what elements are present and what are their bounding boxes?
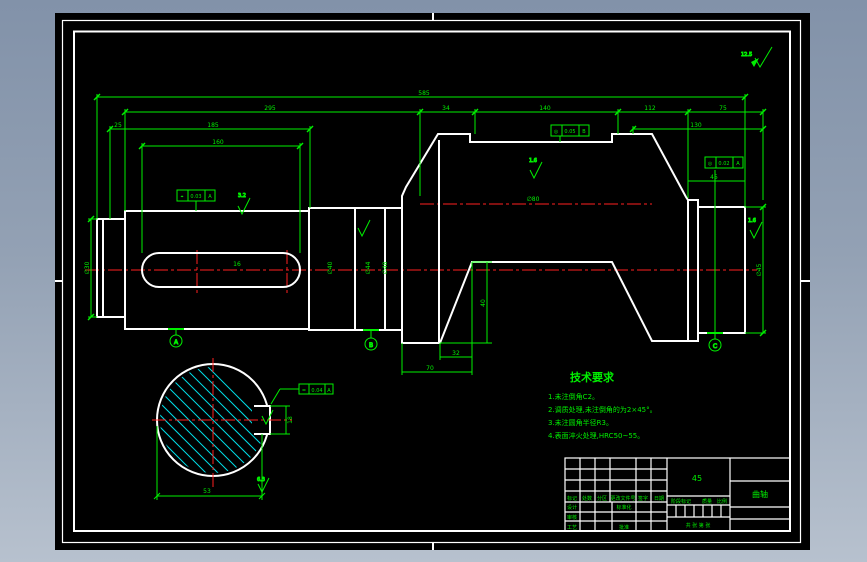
svg-text:0.04: 0.04	[311, 388, 322, 394]
tech-req-item: 2.调质处理,未注倒角的为2×45°。	[548, 405, 657, 414]
svg-text:1.6: 1.6	[748, 218, 756, 224]
dim-dia-pin: ∅80	[527, 196, 540, 203]
dim-key-len: 160	[212, 139, 224, 146]
tb-stage: 阶段标记	[671, 498, 691, 505]
dim-seg-75: 75	[719, 105, 727, 112]
svg-text:12.5: 12.5	[741, 52, 752, 58]
tb-weight: 质量	[702, 498, 712, 505]
tb-part-name: 曲轴	[752, 489, 768, 499]
section-dia: 53	[203, 488, 211, 495]
dim-disc-total: 70	[426, 365, 434, 372]
tb-approve: 批准	[619, 524, 629, 531]
tech-req-item: 3.未注圆角半径R3。	[548, 418, 613, 427]
dim-dia-j1: ∅40	[327, 261, 334, 274]
dim-web-h: 40	[480, 299, 487, 307]
tb-header: 处数	[582, 495, 592, 502]
tb-header: 分区	[597, 495, 607, 502]
svg-text:3.2: 3.2	[238, 193, 246, 199]
dim-disc-t: 32	[452, 350, 460, 357]
tb-standard: 标准化	[616, 504, 631, 511]
svg-text:1.6: 1.6	[529, 158, 537, 164]
svg-text:0.05: 0.05	[564, 129, 575, 135]
tb-header: 更改文件号	[610, 495, 635, 502]
tb-header: 日期	[654, 496, 664, 502]
gdt-symbol: ◎	[708, 161, 713, 167]
svg-text:A: A	[736, 161, 740, 167]
tb-audit: 审核	[567, 514, 577, 521]
tb-header: 签字	[638, 495, 648, 502]
dim-right-130: 130	[690, 122, 702, 129]
dim-dia-stub: ∅30	[84, 261, 91, 274]
dim-seg-140: 140	[539, 105, 551, 112]
tech-req-title: 技术要求	[570, 370, 615, 384]
tb-scale: 比例	[717, 498, 727, 505]
gdt-symbol: =	[302, 388, 306, 394]
tb-process: 工艺	[567, 525, 577, 531]
tb-design: 设计	[567, 504, 577, 511]
dim-seg-112: 112	[644, 105, 656, 112]
svg-text:A: A	[208, 194, 212, 200]
dim-dia-j3: ∅48	[382, 261, 389, 274]
svg-text:A: A	[327, 388, 331, 394]
gdt-symbol: ◎	[554, 129, 559, 135]
dim-journal-len: 45	[710, 174, 718, 181]
cad-viewport: 585 295 34 140 112 75 25 185 130 160 45 …	[0, 0, 867, 562]
tb-sheets: 共 张 第 张	[686, 522, 711, 529]
svg-text:B: B	[369, 342, 373, 349]
tech-req-item: 1.未注倒角C2。	[548, 392, 599, 401]
dim-overall: 585	[418, 90, 430, 97]
cad-drawing: 585 295 34 140 112 75 25 185 130 160 45 …	[55, 13, 810, 550]
dim-left-185: 185	[207, 122, 219, 129]
dim-left-25: 25	[114, 122, 122, 129]
dim-seg-295: 295	[264, 105, 276, 112]
dim-seg-34: 34	[442, 105, 450, 112]
tb-header: 标记	[567, 495, 577, 502]
svg-text:6.3: 6.3	[257, 477, 265, 483]
svg-text:B: B	[582, 129, 586, 135]
section-key-width: 18	[287, 416, 294, 424]
tech-req-item: 4.表面淬火处理,HRC50~55。	[548, 431, 644, 440]
drawing-sheet	[55, 13, 810, 550]
svg-text:C: C	[713, 343, 717, 350]
svg-text:0.03: 0.03	[190, 194, 201, 200]
gdt-symbol: ⌖	[181, 194, 184, 200]
dim-dia-j2: ∅44	[365, 261, 372, 274]
tb-material: 45	[692, 474, 702, 483]
dim-dia-right: ∅45	[756, 263, 763, 276]
dim-key-w: 16	[233, 261, 241, 268]
svg-text:0.02: 0.02	[718, 161, 729, 167]
